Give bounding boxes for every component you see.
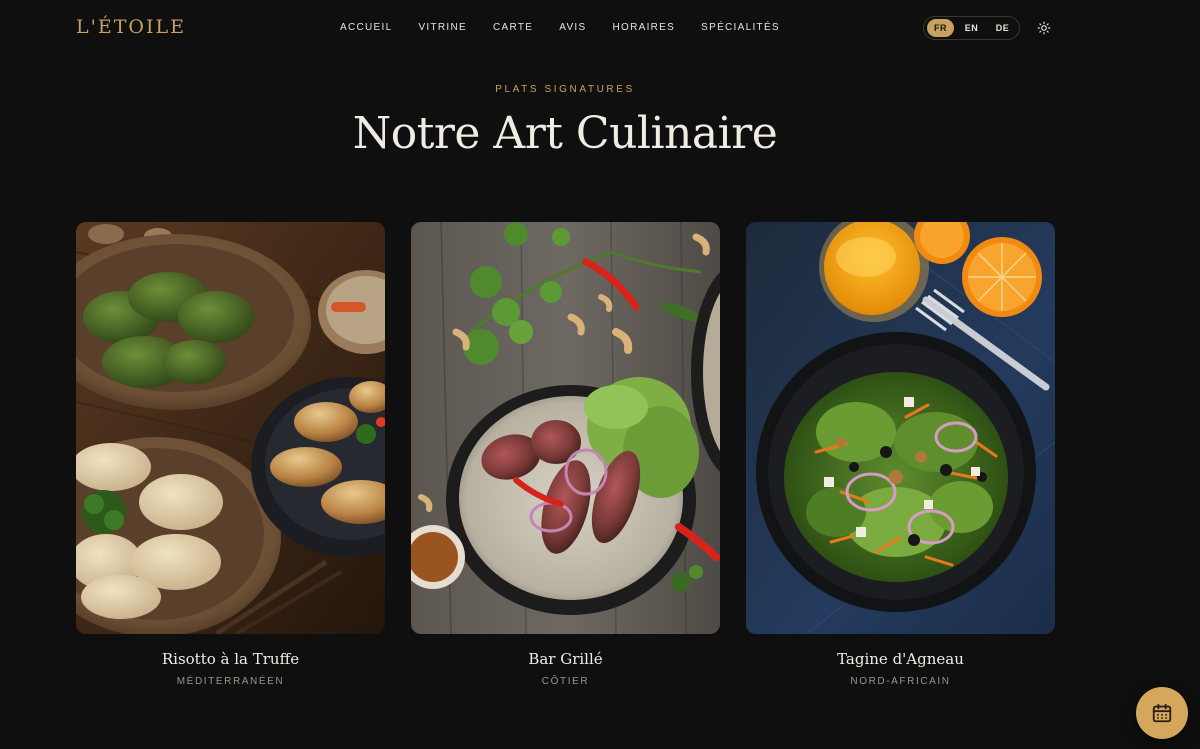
grilled-steak-photo[interactable] — [411, 222, 720, 634]
dish-region: NORD-AFRICAIN — [850, 676, 951, 687]
nav-item-accueil[interactable]: ACCUEIL — [340, 22, 392, 33]
main-nav: ACCUEIL VITRINE CARTE AVIS HORAIRES SPÉC… — [340, 22, 806, 33]
dish-region: MÉDITERRANÉEN — [176, 676, 285, 687]
lang-de-button[interactable]: DE — [989, 19, 1016, 37]
section-eyebrow: PLATS SIGNATURES — [495, 84, 635, 95]
nav-item-specialites[interactable]: SPÉCIALITÉS — [701, 22, 780, 33]
lang-en-button[interactable]: EN — [958, 19, 985, 37]
nav-item-vitrine[interactable]: VITRINE — [418, 22, 467, 33]
dumplings-photo[interactable] — [76, 222, 385, 634]
dish-card: Risotto à la Truffe MÉDITERRANÉEN — [76, 222, 385, 687]
sun-icon — [1037, 21, 1051, 35]
language-switcher: FR EN DE — [923, 16, 1020, 40]
dish-card: Tagine d'Agneau NORD-AFRICAIN — [746, 222, 1055, 687]
nav-item-carte[interactable]: CARTE — [493, 22, 533, 33]
nav-item-horaires[interactable]: HORAIRES — [612, 22, 675, 33]
nav-item-avis[interactable]: AVIS — [559, 22, 586, 33]
salad-photo[interactable] — [746, 222, 1055, 634]
reservation-button[interactable] — [1136, 687, 1188, 739]
logo[interactable]: L'ÉTOILE — [76, 16, 186, 38]
dish-region: CÔTIER — [541, 676, 590, 687]
dish-name[interactable]: Bar Grillé — [411, 650, 720, 668]
site-header: L'ÉTOILE ACCUEIL VITRINE CARTE AVIS HORA… — [0, 0, 1200, 56]
dish-name[interactable]: Tagine d'Agneau — [746, 650, 1055, 668]
calendar-icon — [1152, 703, 1172, 723]
dish-name[interactable]: Risotto à la Truffe — [76, 650, 385, 668]
theme-toggle-button[interactable] — [1034, 18, 1054, 38]
lang-fr-button[interactable]: FR — [927, 19, 954, 37]
dish-card: Bar Grillé CÔTIER — [411, 222, 720, 687]
section-title: Notre Art Culinaire — [352, 108, 778, 159]
